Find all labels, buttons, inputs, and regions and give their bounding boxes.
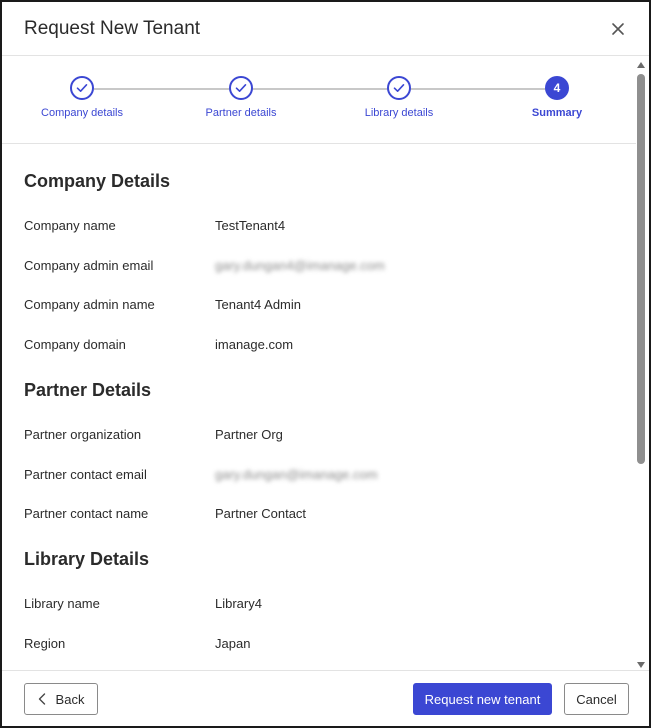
field-value: Partner Org — [215, 427, 283, 442]
field-value: Partner Contact — [215, 506, 307, 521]
step-label: Company details — [41, 107, 123, 119]
check-icon — [393, 84, 405, 92]
field-label: Partner contact email — [24, 467, 147, 482]
field-value: Library4 — [215, 596, 262, 611]
back-button[interactable]: Back — [24, 683, 98, 715]
field-value-redacted: gary.dungan4@imanage.com — [215, 258, 385, 273]
section-heading-company: Company Details — [24, 171, 171, 191]
step-partner-details[interactable]: Partner details — [181, 76, 301, 119]
cancel-button[interactable]: Cancel — [564, 683, 629, 715]
field-label: Partner contact name — [24, 506, 149, 521]
field-label: Library name — [24, 596, 100, 611]
request-tenant-dialog: Request New Tenant Company details Partn… — [0, 0, 651, 728]
step-complete-indicator — [229, 76, 253, 100]
step-label: Summary — [531, 107, 583, 119]
dialog-title: Request New Tenant — [24, 18, 201, 39]
request-new-tenant-button[interactable]: Request new tenant — [413, 683, 552, 715]
field-label: Company name — [24, 218, 116, 233]
field-value: TestTenant4 — [215, 218, 286, 233]
section-heading-library: Library Details — [24, 549, 150, 569]
field-label: Company admin name — [24, 297, 155, 312]
scroll-up-arrow-icon[interactable] — [637, 62, 645, 68]
check-icon — [76, 84, 88, 92]
step-label: Library details — [364, 107, 434, 119]
field-label: Company admin email — [24, 258, 154, 273]
step-number-indicator: 4 — [545, 76, 569, 100]
dialog-footer: Back Request new tenant Cancel — [2, 670, 649, 726]
step-complete-indicator — [70, 76, 94, 100]
step-summary[interactable]: 4 Summary — [497, 76, 617, 119]
section-heading-partner: Partner Details — [24, 380, 152, 400]
scroll-thumb[interactable] — [637, 74, 645, 464]
field-value: imanage.com — [215, 337, 294, 352]
field-label: Partner organization — [24, 427, 142, 442]
field-label: Company domain — [24, 337, 126, 352]
step-label: Partner details — [205, 107, 277, 119]
close-icon — [612, 23, 624, 35]
progress-stepper: Company details Partner details Library … — [2, 56, 636, 144]
step-company-details[interactable]: Company details — [22, 76, 142, 119]
field-value: Japan — [215, 636, 251, 651]
step-complete-indicator — [387, 76, 411, 100]
scroll-down-arrow-icon[interactable] — [637, 662, 645, 668]
vertical-scrollbar[interactable] — [635, 58, 647, 672]
chevron-left-icon — [38, 693, 46, 705]
dialog-header: Request New Tenant — [2, 2, 649, 56]
close-button[interactable] — [607, 18, 629, 40]
step-library-details[interactable]: Library details — [339, 76, 459, 119]
field-label: Region — [24, 636, 66, 651]
field-value-redacted: gary.dungan@imanage.com — [215, 467, 378, 482]
field-value: Tenant4 Admin — [215, 297, 302, 312]
summary-content: Company Details Company name TestTenant4… — [2, 145, 636, 673]
check-icon — [235, 84, 247, 92]
back-button-label: Back — [55, 691, 85, 707]
